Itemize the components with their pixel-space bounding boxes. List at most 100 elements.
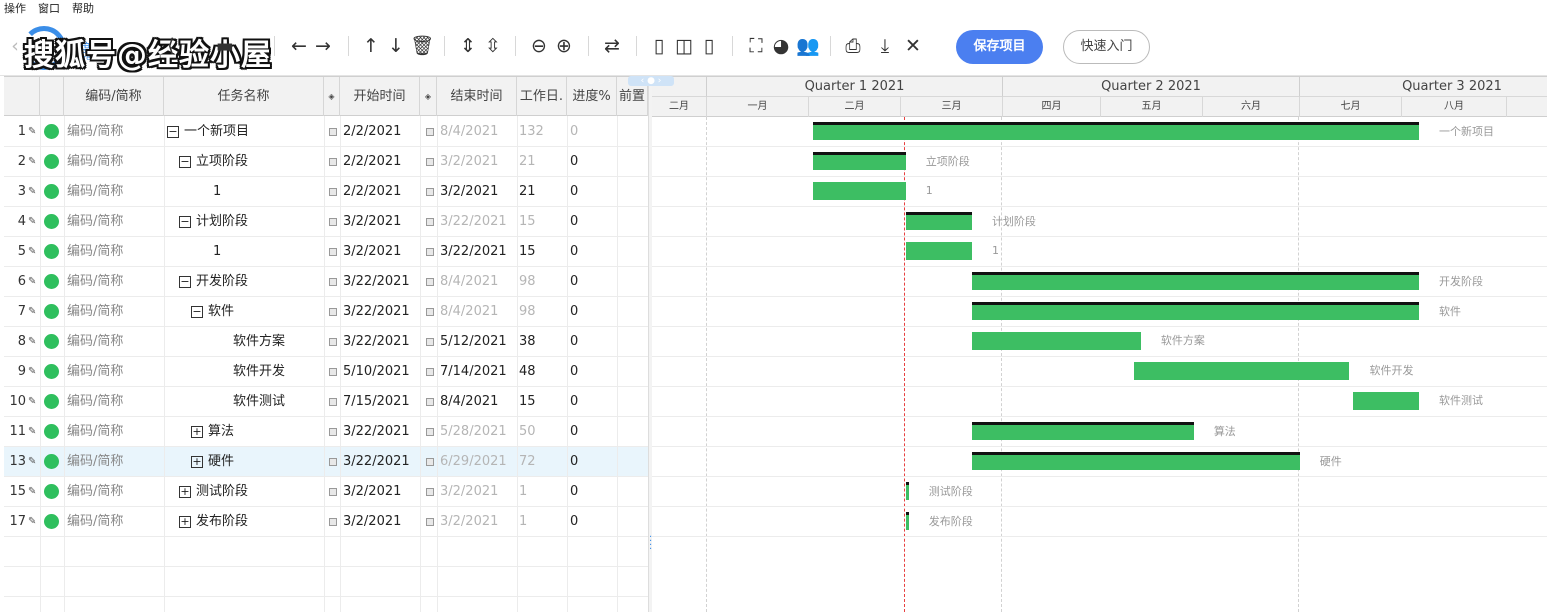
table-row[interactable]: 6 ✎ 编码/简称 − 开发阶段 3/22/2021 8/4/2021 98 0	[4, 267, 648, 297]
end-lock-checkbox[interactable]	[426, 188, 434, 196]
move-right-icon[interactable]: →	[312, 34, 334, 58]
progress-cell[interactable]: 0	[570, 297, 618, 327]
edit-icon[interactable]: ✎	[28, 207, 38, 237]
start-cell[interactable]: 3/22/2021	[343, 297, 419, 327]
task-cell[interactable]: − 立项阶段	[167, 147, 325, 177]
table-row[interactable]: 1 ✎ 编码/简称 − 一个新项目 2/2/2021 8/4/2021 132 0	[4, 117, 648, 147]
duration-cell[interactable]: 21	[519, 147, 567, 177]
task-cell[interactable]: 软件开发	[167, 357, 325, 387]
collapse-icon[interactable]: −	[167, 125, 179, 138]
edit-icon[interactable]: ✎	[28, 117, 38, 147]
duration-cell[interactable]: 50	[519, 417, 567, 447]
duration-cell[interactable]: 48	[519, 357, 567, 387]
table-row[interactable]: 4 ✎ 编码/简称 − 计划阶段 3/2/2021 3/22/2021 15 0	[4, 207, 648, 237]
expand-all-icon[interactable]: ⇕	[457, 34, 479, 58]
edit-icon[interactable]: ✎	[28, 147, 38, 177]
start-lock-checkbox[interactable]	[329, 128, 337, 136]
code-cell[interactable]: 编码/简称	[67, 357, 163, 387]
edit-icon[interactable]: ✎	[28, 387, 38, 417]
task-cell[interactable]: + 硬件	[167, 447, 325, 477]
end-cell[interactable]: 3/22/2021	[440, 237, 518, 267]
collapse-icon[interactable]: −	[179, 155, 191, 168]
start-cell[interactable]: 3/2/2021	[343, 207, 419, 237]
menu-window[interactable]: 窗口	[38, 0, 60, 18]
task-cell[interactable]: 软件测试	[167, 387, 325, 417]
start-lock-checkbox[interactable]	[329, 188, 337, 196]
end-lock-checkbox[interactable]	[426, 518, 434, 526]
code-cell[interactable]: 编码/简称	[67, 387, 163, 417]
task-cell[interactable]: + 测试阶段	[167, 477, 325, 507]
code-cell[interactable]: 编码/简称	[67, 477, 163, 507]
start-lock-checkbox[interactable]	[329, 218, 337, 226]
progress-cell[interactable]: 0	[570, 507, 618, 537]
progress-cell[interactable]: 0	[570, 147, 618, 177]
end-lock-checkbox[interactable]	[426, 398, 434, 406]
start-lock-checkbox[interactable]	[329, 428, 337, 436]
gantt-bar[interactable]	[813, 122, 1419, 140]
start-cell[interactable]: 3/22/2021	[343, 447, 419, 477]
end-cell[interactable]: 3/2/2021	[440, 477, 518, 507]
start-lock-checkbox[interactable]	[329, 248, 337, 256]
code-cell[interactable]: 编码/简称	[67, 267, 163, 297]
edit-icon[interactable]: ✎	[28, 507, 38, 537]
start-lock-checkbox[interactable]	[329, 518, 337, 526]
header-progress[interactable]: 进度%	[567, 77, 617, 116]
end-cell[interactable]: 8/4/2021	[440, 267, 518, 297]
start-lock-checkbox[interactable]	[329, 458, 337, 466]
expand-icon[interactable]: +	[191, 455, 203, 468]
move-down-icon[interactable]: ↓	[385, 34, 407, 58]
duration-cell[interactable]: 15	[519, 237, 567, 267]
start-cell[interactable]: 3/2/2021	[343, 237, 419, 267]
download-icon[interactable]: ⤓	[874, 34, 896, 58]
table-row[interactable]: 13 ✎ 编码/简称 + 硬件 3/22/2021 6/29/2021 72 0	[4, 447, 648, 477]
edit-icon[interactable]: ✎	[28, 237, 38, 267]
duration-cell[interactable]: 98	[519, 267, 567, 297]
delete-icon[interactable]: 🗑	[410, 34, 434, 58]
header-end-toggle[interactable]: ◈	[420, 77, 437, 116]
header-task[interactable]: 任务名称	[164, 77, 324, 116]
gantt-bar[interactable]	[905, 512, 909, 530]
gantt-bar[interactable]	[971, 332, 1141, 350]
header-code[interactable]: 编码/简称	[64, 77, 164, 116]
code-cell[interactable]: 编码/简称	[67, 207, 163, 237]
end-cell[interactable]: 7/14/2021	[440, 357, 518, 387]
grid-only-icon[interactable]: ▯	[648, 34, 670, 58]
duration-cell[interactable]: 15	[519, 387, 567, 417]
progress-cell[interactable]: 0	[570, 117, 618, 147]
progress-cell[interactable]: 0	[570, 417, 618, 447]
duration-cell[interactable]: 1	[519, 477, 567, 507]
start-cell[interactable]: 2/2/2021	[343, 117, 419, 147]
progress-cell[interactable]: 0	[570, 477, 618, 507]
gantt-bar[interactable]	[1352, 392, 1419, 410]
task-cell[interactable]: 软件方案	[167, 327, 325, 357]
fullscreen-icon[interactable]: ⛶	[745, 34, 767, 58]
duration-cell[interactable]: 72	[519, 447, 567, 477]
table-row[interactable]: 3 ✎ 编码/简称 1 2/2/2021 3/2/2021 21 0	[4, 177, 648, 207]
end-lock-checkbox[interactable]	[426, 308, 434, 316]
table-row[interactable]: 10 ✎ 编码/简称 软件测试 7/15/2021 8/4/2021 15 0	[4, 387, 648, 417]
timeline-scroll-arrows[interactable]: ‹ ● ›	[628, 76, 674, 86]
task-cell[interactable]: − 一个新项目	[167, 117, 325, 147]
progress-cell[interactable]: 0	[570, 387, 618, 417]
outdent-icon[interactable]: ⟨	[160, 34, 182, 58]
edit-icon[interactable]: ✎	[28, 177, 38, 207]
progress-cell[interactable]: 0	[570, 177, 618, 207]
start-cell[interactable]: 3/2/2021	[343, 477, 419, 507]
code-cell[interactable]: 编码/简称	[67, 297, 163, 327]
expand-icon[interactable]: +	[191, 425, 203, 438]
start-cell[interactable]: 7/15/2021	[343, 387, 419, 417]
start-lock-checkbox[interactable]	[329, 308, 337, 316]
edit-icon[interactable]: ✎	[28, 447, 38, 477]
resources-icon[interactable]: 👥	[796, 34, 820, 58]
progress-cell[interactable]: 0	[570, 207, 618, 237]
end-cell[interactable]: 3/22/2021	[440, 207, 518, 237]
end-cell[interactable]: 8/4/2021	[440, 117, 518, 147]
end-lock-checkbox[interactable]	[426, 338, 434, 346]
expand-icon[interactable]: +	[179, 485, 191, 498]
collapse-icon[interactable]: −	[179, 215, 191, 228]
gantt-bar[interactable]	[971, 422, 1194, 440]
split-view-icon[interactable]: ◫	[673, 34, 695, 58]
end-cell[interactable]: 5/12/2021	[440, 327, 518, 357]
table-row[interactable]: 15 ✎ 编码/简称 + 测试阶段 3/2/2021 3/2/2021 1 0	[4, 477, 648, 507]
code-cell[interactable]: 编码/简称	[67, 327, 163, 357]
